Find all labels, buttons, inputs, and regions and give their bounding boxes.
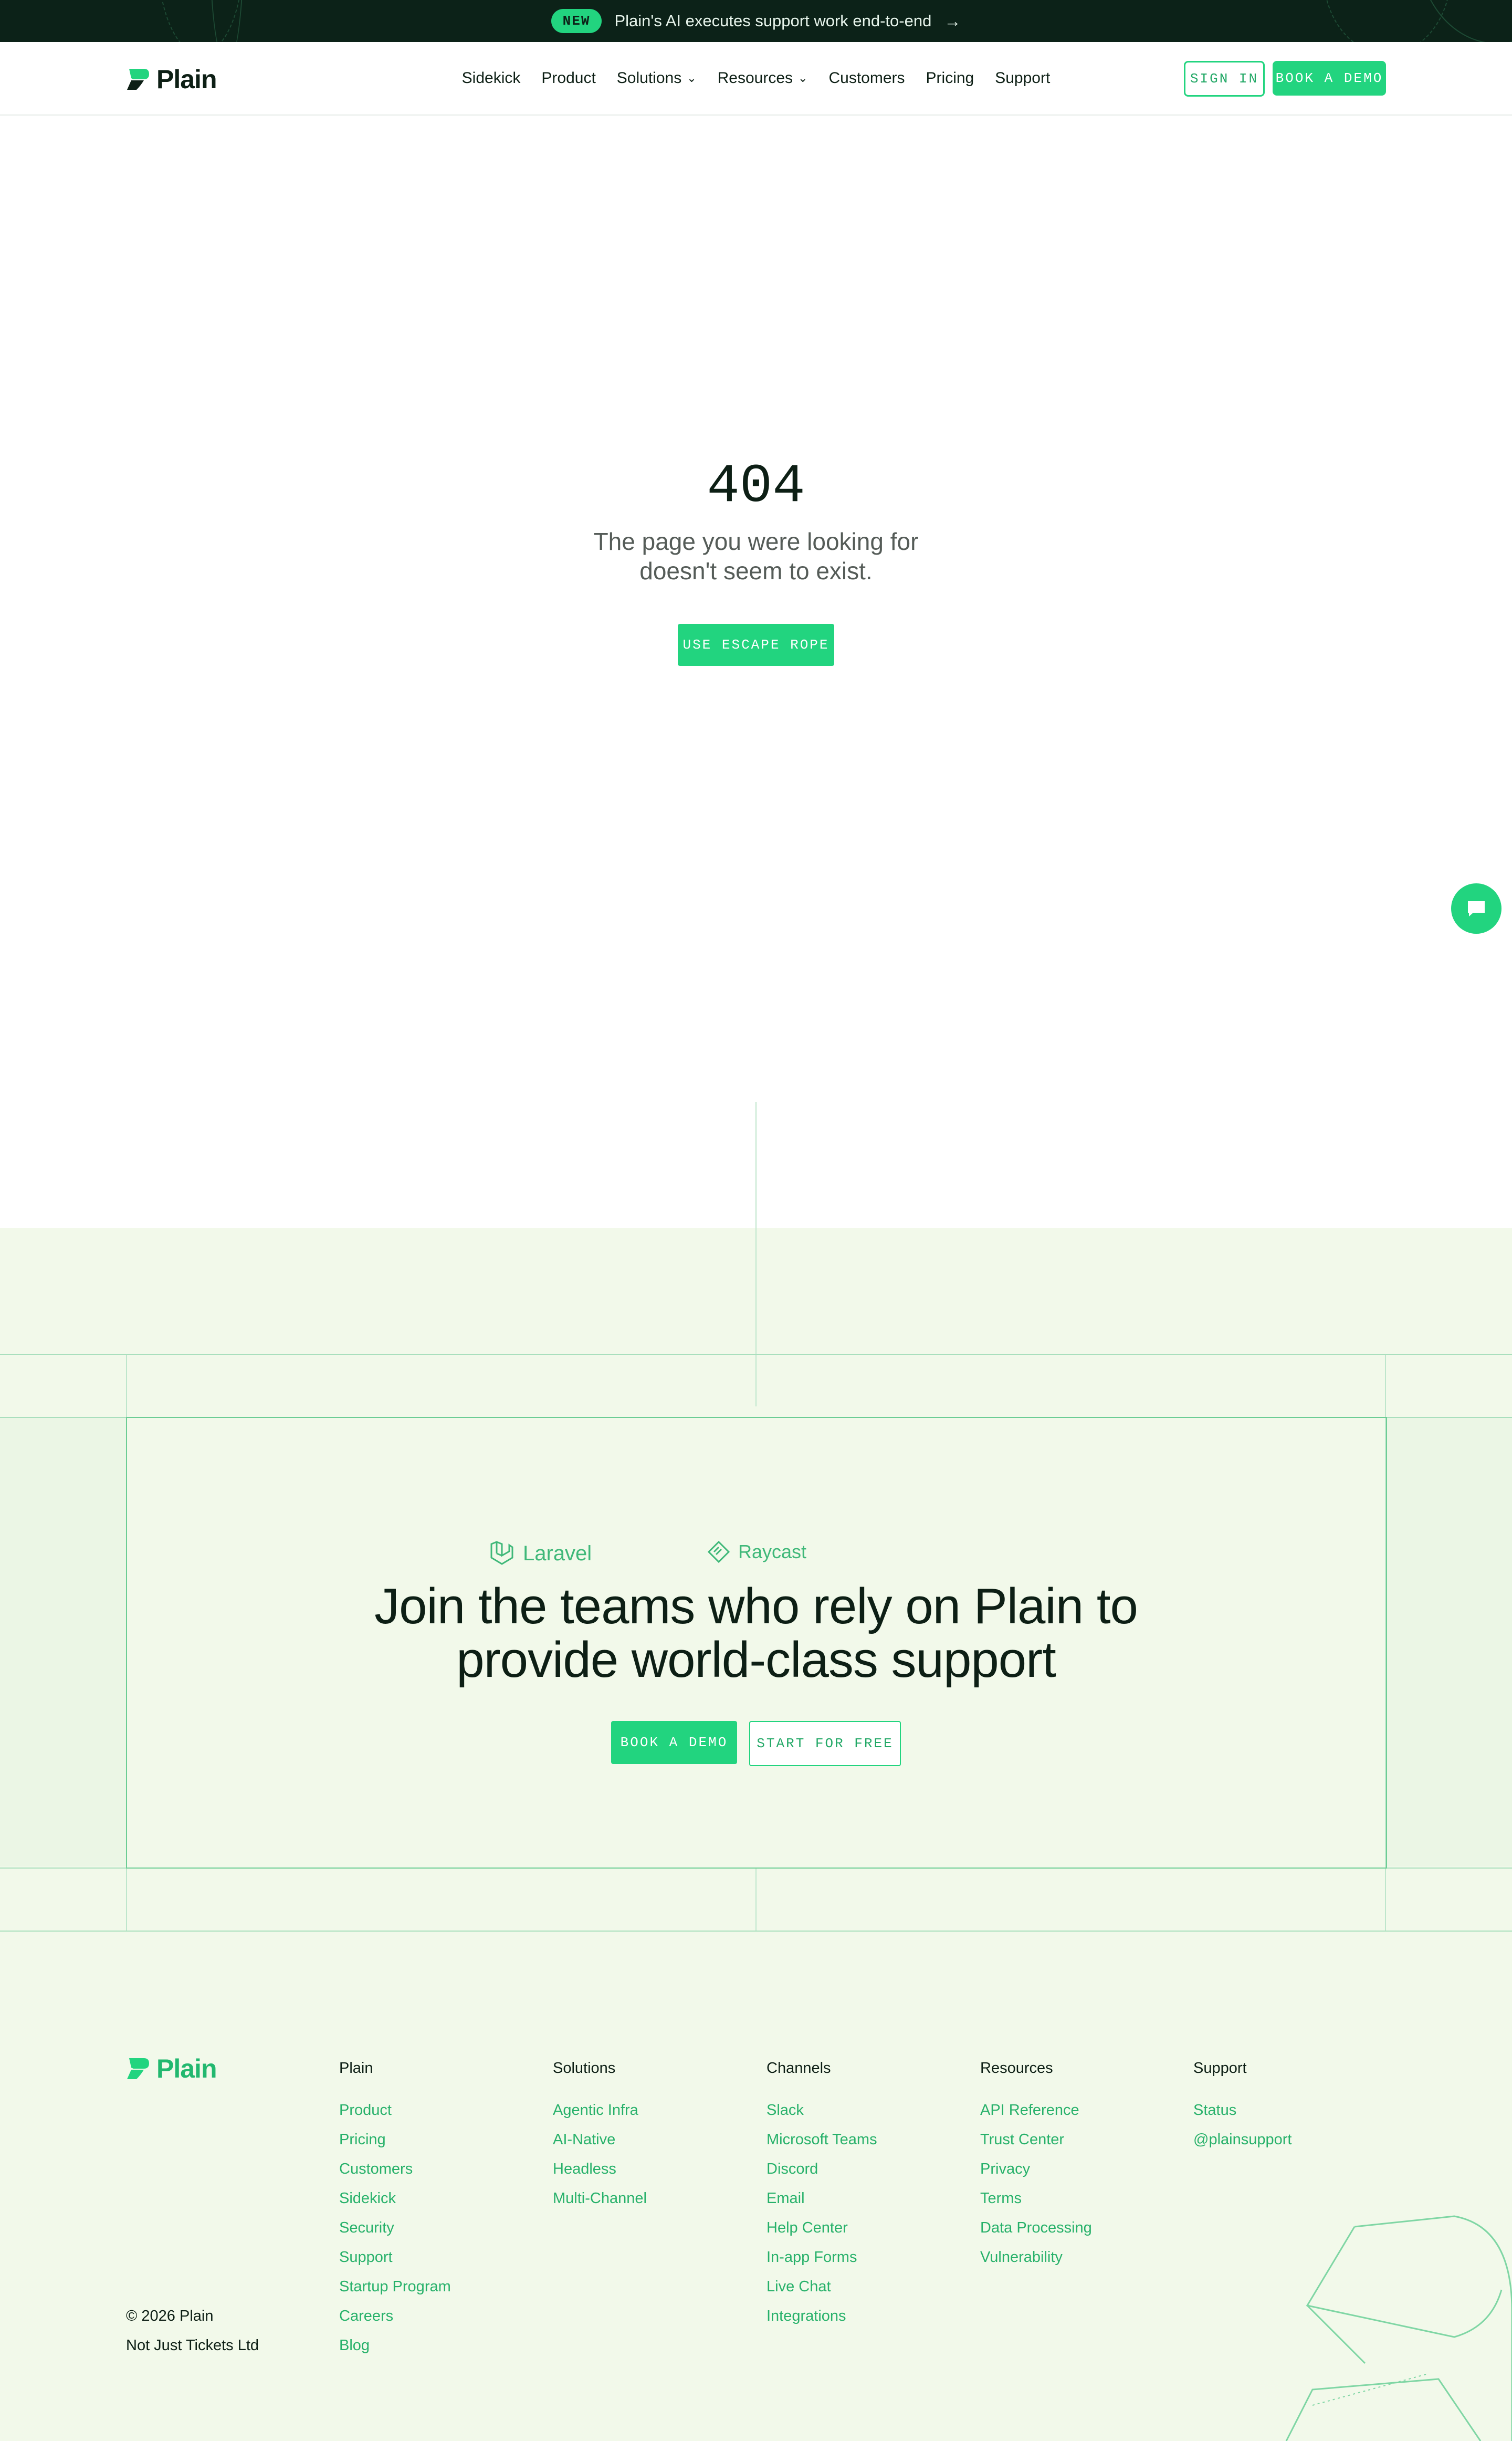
chat-bubble-icon (1468, 901, 1485, 916)
nav-pricing[interactable]: Pricing (926, 69, 974, 87)
decorative-logo-outline (1285, 2215, 1512, 2441)
grid-line (755, 1102, 757, 1406)
footer-link[interactable]: Trust Center (980, 2131, 1064, 2148)
cta-heading: Join the teams who rely on Plain to prov… (374, 1578, 1138, 1688)
chevron-down-icon: ⌄ (798, 71, 808, 85)
footer-heading-solutions: Solutions (553, 2060, 616, 2077)
footer-link[interactable]: Support (339, 2249, 393, 2266)
nav-label: Product (541, 69, 596, 87)
footer-link[interactable]: Agentic Infra (553, 2102, 638, 2119)
announcement-text[interactable]: Plain's AI executes support work end-to-… (614, 12, 931, 30)
footer-link[interactable]: Pricing (339, 2131, 386, 2148)
footer-logo-wordmark: Plain (156, 2054, 217, 2083)
nav-label: Solutions (616, 69, 682, 87)
footer-link[interactable]: Careers (339, 2308, 393, 2325)
nav-resources[interactable]: Resources ⌄ (718, 69, 808, 87)
arrow-right-icon: → (944, 11, 961, 30)
copyright: © 2026 Plain (126, 2308, 214, 2324)
book-demo-button[interactable]: BOOK A DEMO (1273, 61, 1386, 96)
raycast-icon (707, 1540, 730, 1563)
nav-label: Pricing (926, 69, 974, 87)
footer-link[interactable]: AI-Native (553, 2131, 615, 2148)
footer-link[interactable]: Blog (339, 2337, 370, 2354)
announcement-bar[interactable]: NEW Plain's AI executes support work end… (0, 0, 1512, 42)
customer-logo-laravel: Laravel (488, 1540, 592, 1567)
footer-link[interactable]: Email (766, 2190, 805, 2207)
chevron-down-icon: ⌄ (687, 71, 697, 85)
footer-link[interactable]: Live Chat (766, 2278, 831, 2296)
raycast-wordmark: Raycast (738, 1541, 807, 1562)
laravel-wordmark: Laravel (523, 1541, 592, 1565)
footer-link[interactable]: Terms (980, 2190, 1022, 2207)
footer-link[interactable]: Microsoft Teams (766, 2131, 877, 2148)
start-free-button[interactable]: START FOR FREE (749, 1721, 901, 1766)
footer-heading-plain: Plain (339, 2060, 373, 2077)
footer-link[interactable]: Slack (766, 2102, 804, 2119)
error-code: 404 (707, 456, 805, 518)
footer-link[interactable]: Headless (553, 2161, 616, 2178)
grid-line (0, 1931, 1512, 1932)
footer-heading-support: Support (1193, 2060, 1247, 2077)
footer-link[interactable]: Discord (766, 2161, 818, 2178)
footer-heading-resources: Resources (980, 2060, 1053, 2077)
laravel-icon (490, 1541, 513, 1565)
customer-logo-raycast: Raycast (707, 1540, 806, 1564)
site-header: Plain Sidekick Product Solutions ⌄ Resour… (0, 42, 1512, 116)
sign-in-button[interactable]: SIGN IN (1184, 61, 1265, 97)
footer-link[interactable]: Status (1193, 2102, 1236, 2119)
footer-link[interactable]: Customers (339, 2161, 413, 2178)
cta-book-demo-button[interactable]: BOOK A DEMO (611, 1721, 737, 1764)
footer-link[interactable]: In-app Forms (766, 2249, 857, 2266)
footer-logo[interactable]: Plain (126, 2053, 217, 2084)
footer-link[interactable]: Help Center (766, 2219, 848, 2237)
nav-sidekick[interactable]: Sidekick (462, 69, 521, 87)
footer-link[interactable]: Privacy (980, 2161, 1030, 2178)
nav-label: Resources (717, 69, 793, 87)
nav-label: Customers (828, 69, 905, 87)
chat-launcher[interactable] (1451, 883, 1502, 934)
footer-link[interactable]: Product (339, 2102, 392, 2119)
footer-link[interactable]: Security (339, 2219, 394, 2237)
new-badge: NEW (551, 9, 602, 33)
nav-solutions[interactable]: Solutions ⌄ (617, 69, 697, 87)
company-name: Not Just Tickets Ltd (126, 2337, 259, 2354)
footer-link[interactable]: Multi-Channel (553, 2190, 647, 2207)
nav-label: Support (995, 69, 1051, 87)
nav-customers[interactable]: Customers (828, 69, 905, 87)
footer-link[interactable]: API Reference (980, 2102, 1079, 2119)
footer-link[interactable]: Vulnerability (980, 2249, 1063, 2266)
nav-label: Sidekick (461, 69, 521, 87)
footer-link[interactable]: Sidekick (339, 2190, 396, 2207)
error-message: The page you were looking for doesn't se… (593, 528, 919, 585)
nav-product[interactable]: Product (541, 69, 595, 87)
footer-link[interactable]: Data Processing (980, 2219, 1092, 2237)
grid-line (0, 1354, 1512, 1355)
nav-support[interactable]: Support (995, 69, 1050, 87)
plain-logo-icon (127, 2058, 149, 2079)
escape-rope-button[interactable]: USE ESCAPE ROPE (678, 624, 834, 666)
footer-heading-channels: Channels (766, 2060, 831, 2077)
footer-link[interactable]: @plainsupport (1193, 2131, 1292, 2148)
footer-link[interactable]: Startup Program (339, 2278, 451, 2296)
grid-line (755, 1868, 757, 1932)
footer-link[interactable]: Integrations (766, 2308, 846, 2325)
